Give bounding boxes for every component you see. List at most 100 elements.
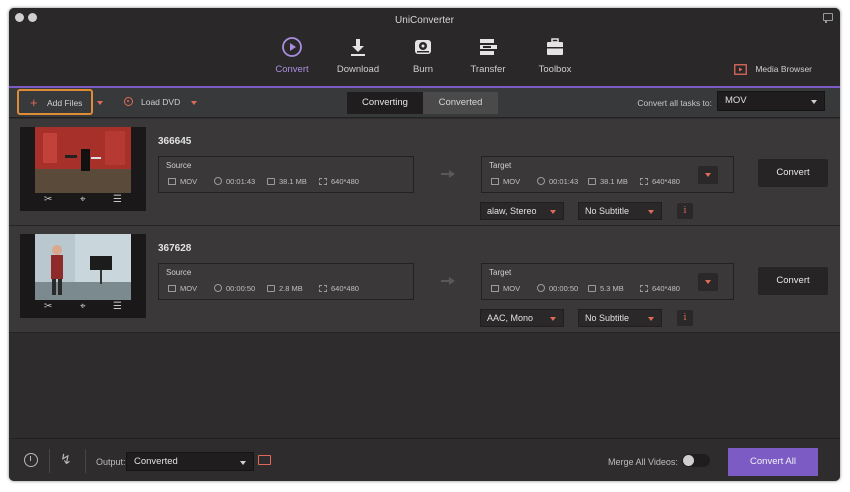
folder-icon (267, 178, 275, 185)
window-title: UniConverter (395, 15, 454, 26)
video-thumbnail-image (35, 234, 131, 300)
merge-all-videos-label: Merge All Videos: (608, 457, 678, 467)
output-folder-value: Converted (134, 456, 178, 467)
toolbar: + Add Files Load DVD Converting Converte… (9, 88, 840, 118)
effects-icon[interactable]: ☰ (113, 301, 122, 312)
trim-icon[interactable]: ✂ (44, 301, 52, 312)
download-icon (351, 39, 365, 56)
chat-icon[interactable] (823, 13, 833, 23)
nav-toolbox[interactable]: Toolbox (525, 36, 585, 75)
dvd-icon (124, 97, 133, 106)
folder-icon (588, 178, 596, 185)
resolution-icon (640, 285, 648, 292)
load-dvd-label: Load DVD (141, 97, 181, 107)
burn-icon (415, 40, 431, 54)
nav-download-label: Download (336, 64, 380, 75)
resolution-icon (640, 178, 648, 185)
thumbnail-tools: ✂ ⌖ ☰ (20, 194, 146, 208)
merge-all-videos-toggle[interactable] (682, 454, 710, 467)
add-files-button[interactable]: + Add Files (17, 89, 93, 115)
nav-toolbox-label: Toolbox (538, 64, 572, 75)
crop-icon[interactable]: ⌖ (80, 194, 86, 205)
convert-all-tasks-label: Convert all tasks to: (637, 98, 712, 108)
subtitle-select[interactable]: No Subtitle (578, 309, 662, 327)
convert-button[interactable]: Convert (758, 267, 828, 295)
source-size: 38.1 MB (267, 177, 307, 186)
open-folder-icon[interactable] (258, 455, 271, 465)
folder-icon (267, 285, 275, 292)
media-browser-button[interactable]: Media Browser (734, 64, 812, 76)
folder-icon (588, 285, 596, 292)
output-label: Output: (96, 457, 126, 467)
target-size: 5.3 MB (588, 284, 624, 293)
chevron-down-icon (240, 461, 246, 465)
format-select-value: MOV (725, 95, 747, 106)
arrow-right-icon (441, 170, 455, 178)
load-dvd-dropdown-icon[interactable] (191, 101, 197, 105)
bottom-bar: ↯ Output: Converted Merge All Videos: Co… (9, 438, 840, 481)
info-icon[interactable]: i (677, 310, 693, 326)
chevron-down-icon (648, 317, 654, 321)
output-folder-select[interactable]: Converted (126, 452, 254, 471)
chevron-down-icon (550, 210, 556, 214)
target-size: 38.1 MB (588, 177, 628, 186)
effects-icon[interactable]: ☰ (113, 194, 122, 205)
source-duration: 00:01:43 (214, 177, 255, 186)
trim-icon[interactable]: ✂ (44, 194, 52, 205)
convert-button[interactable]: Convert (758, 159, 828, 187)
crop-icon[interactable]: ⌖ (80, 301, 86, 312)
nav-convert-label: Convert (275, 64, 309, 75)
audio-track-value: AAC, Mono (487, 313, 534, 323)
convert-all-button[interactable]: Convert All (728, 448, 818, 476)
audio-track-select[interactable]: alaw, Stereo (480, 202, 564, 220)
chevron-down-icon (705, 173, 711, 177)
transfer-icon (480, 39, 497, 55)
nav-burn[interactable]: Burn (393, 36, 453, 75)
top-bar: UniConverter Convert Download Burn Trans… (9, 8, 840, 86)
chevron-down-icon (648, 210, 654, 214)
nav-download[interactable]: Download (328, 36, 388, 75)
nav-convert[interactable]: Convert (262, 36, 322, 75)
source-format: MOV (168, 177, 197, 186)
chevron-down-icon (811, 100, 817, 104)
toolbox-icon (547, 38, 563, 55)
load-dvd-button[interactable]: Load DVD (124, 97, 180, 107)
file-row: ✂ ⌖ ☰ 367628 Source MOV 00:00:50 2.8 MB … (9, 226, 840, 333)
chevron-down-icon (705, 280, 711, 284)
target-format-dropdown[interactable] (698, 273, 718, 291)
tab-converting[interactable]: Converting (347, 92, 423, 114)
clock-icon (214, 177, 222, 185)
arrow-right-icon (441, 277, 455, 285)
resolution-icon (319, 285, 327, 292)
target-title: Target (489, 268, 512, 277)
lightning-icon[interactable]: ↯ (60, 451, 72, 468)
target-format-dropdown[interactable] (698, 166, 718, 184)
convert-all-format-select[interactable]: MOV (717, 91, 825, 111)
divider (49, 449, 50, 473)
info-icon[interactable]: i (677, 203, 693, 219)
video-thumbnail[interactable]: ✂ ⌖ ☰ (20, 234, 146, 318)
clock-icon (537, 177, 545, 185)
target-resolution: 640*480 (640, 177, 680, 186)
media-browser-label: Media Browser (755, 64, 812, 74)
divider (85, 449, 86, 473)
video-thumbnail-image (35, 127, 131, 193)
nav-burn-label: Burn (412, 64, 434, 75)
subtitle-select[interactable]: No Subtitle (578, 202, 662, 220)
convert-icon (282, 37, 302, 57)
nav-transfer-label: Transfer (470, 64, 506, 75)
target-duration: 00:01:43 (537, 177, 578, 186)
film-icon (168, 285, 176, 292)
tab-converted[interactable]: Converted (423, 92, 498, 114)
audio-track-value: alaw, Stereo (487, 206, 537, 216)
add-files-label: Add Files (47, 98, 83, 108)
add-files-dropdown-icon[interactable] (97, 101, 103, 105)
source-resolution: 640*480 (319, 284, 359, 293)
video-thumbnail[interactable]: ✂ ⌖ ☰ (20, 127, 146, 211)
source-resolution: 640*480 (319, 177, 359, 186)
plus-icon: + (30, 95, 38, 110)
audio-track-select[interactable]: AAC, Mono (480, 309, 564, 327)
target-info: Target MOV 00:00:50 5.3 MB 640*480 (481, 263, 734, 300)
nav-transfer[interactable]: Transfer (458, 36, 518, 75)
alarm-clock-icon[interactable] (24, 453, 38, 467)
